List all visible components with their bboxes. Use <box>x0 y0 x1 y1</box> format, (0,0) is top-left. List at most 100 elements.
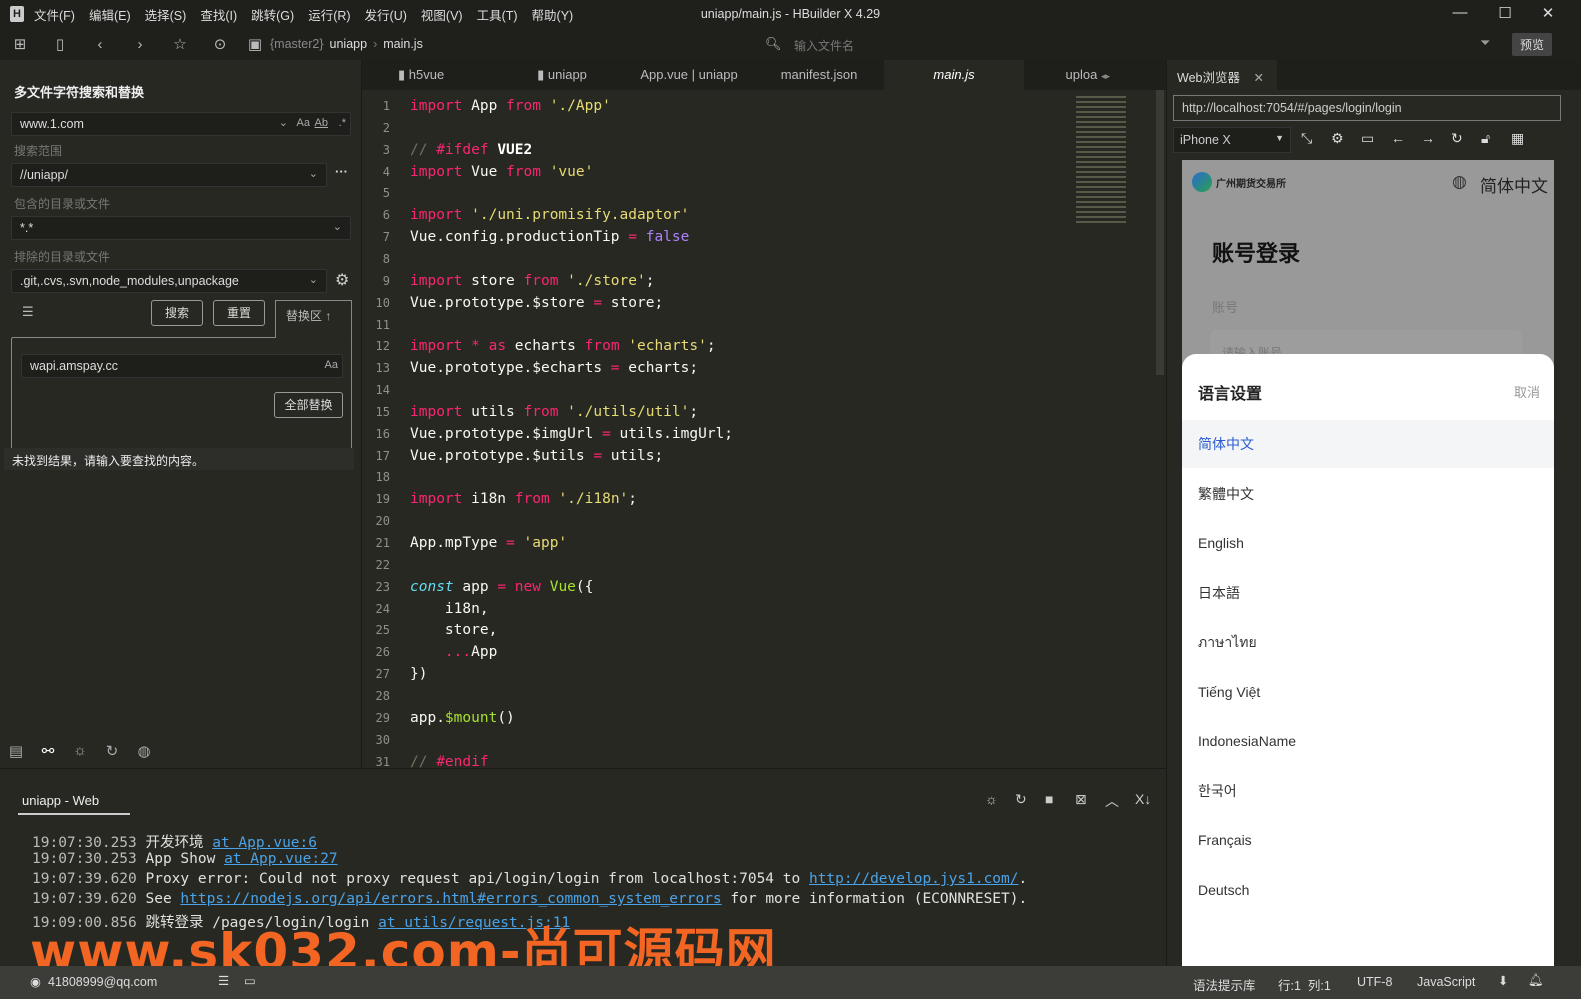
code-line[interactable]: 22 <box>362 554 1152 576</box>
encoding[interactable]: UTF-8 <box>1357 975 1392 989</box>
replace-input[interactable]: wapi.amspay.cc Aa <box>21 354 343 378</box>
menu-find[interactable]: 查找(I) <box>200 5 237 24</box>
code-line[interactable]: 12 import * as echarts from 'echarts'; <box>362 335 1152 357</box>
whole-word-icon[interactable]: Ab <box>315 117 328 129</box>
refresh-icon[interactable]: ↻ <box>1451 130 1481 147</box>
language-option[interactable]: 日本語 <box>1182 569 1554 617</box>
back-icon[interactable]: ‹ <box>80 36 120 53</box>
clear-icon[interactable]: ⊠ <box>1075 791 1105 811</box>
code-line[interactable]: 21 App.mpType = 'app' <box>362 532 1152 554</box>
breadcrumb-file[interactable]: main.js <box>383 37 423 51</box>
match-case-icon[interactable]: Aa <box>297 117 310 129</box>
code-line[interactable]: 24 i18n, <box>362 598 1152 620</box>
code-line[interactable]: 2 <box>362 117 1152 139</box>
console-icon[interactable]: ▭ <box>1361 130 1391 147</box>
log-link[interactable]: at App.vue:27 <box>224 851 338 867</box>
debug-icon[interactable]: ☼ <box>985 791 1015 811</box>
menu-run[interactable]: 运行(R) <box>308 5 350 24</box>
preview-button[interactable]: 预览 <box>1512 33 1553 56</box>
filter-icon[interactable]: ⏷ <box>1480 35 1490 51</box>
maximize-icon[interactable]: ☐ <box>1490 4 1520 22</box>
list-icon[interactable]: ☰ <box>218 973 229 988</box>
language-option[interactable]: Deutsch <box>1182 866 1554 914</box>
save-icon[interactable]: ▯ <box>40 35 80 53</box>
code-line[interactable]: 15 import utils from './utils/util'; <box>362 401 1152 423</box>
editor-scrollbar[interactable] <box>1156 90 1164 375</box>
tab-manifest[interactable]: manifest.json <box>754 60 884 90</box>
code-line[interactable]: 31 // #endif <box>362 751 1152 769</box>
close-tab-icon[interactable]: ✕ <box>1253 71 1263 85</box>
run-icon[interactable]: ⊙ <box>200 35 240 53</box>
regex-icon[interactable]: .* <box>339 117 346 129</box>
language-switch[interactable]: 简体中文 <box>1480 172 1548 197</box>
settings-icon[interactable]: ⚙ <box>1331 130 1361 147</box>
forward-icon[interactable]: › <box>120 36 160 53</box>
code-line[interactable]: 28 <box>362 685 1152 707</box>
device-select[interactable]: iPhone X ▼ <box>1173 127 1291 153</box>
code-line[interactable]: 27}) <box>362 663 1152 685</box>
code-line[interactable]: 13 Vue.prototype.$echarts = echarts; <box>362 357 1152 379</box>
log-link[interactable]: http://develop.jys1.com/ <box>809 871 1019 887</box>
code-line[interactable]: 3 // #ifdef VUE2 <box>362 139 1152 161</box>
tab-uniapp[interactable]: ▮ uniapp <box>500 60 624 90</box>
minimize-icon[interactable]: — <box>1445 4 1475 21</box>
rotate-icon[interactable]: ⤡ <box>1301 130 1331 147</box>
bug-icon[interactable]: ☼ <box>64 742 96 759</box>
code-line[interactable]: 14 <box>362 379 1152 401</box>
code-line[interactable]: 7 Vue.config.productionTip = false <box>362 226 1152 248</box>
code-line[interactable]: 9 import store from './store'; <box>362 270 1152 292</box>
menu-tools[interactable]: 工具(T) <box>477 5 518 24</box>
file-search-input[interactable]: 输入文件名 <box>794 37 854 54</box>
close-icon[interactable]: ✕ <box>1533 4 1563 22</box>
plugin-icon[interactable]: ◍ <box>128 742 160 760</box>
menu-publish[interactable]: 发行(U) <box>365 5 407 24</box>
language-mode[interactable]: JavaScript <box>1417 975 1475 989</box>
replace-all-button[interactable]: 全部替换 <box>274 392 343 418</box>
log-link[interactable]: at App.vue:6 <box>212 835 317 851</box>
tab-h5vue[interactable]: ▮ h5vue <box>362 60 500 90</box>
restart-icon[interactable]: ↻ <box>1015 791 1045 811</box>
breadcrumb-project[interactable]: uniapp <box>330 37 368 51</box>
language-option[interactable]: Tiếng Việt <box>1182 668 1554 716</box>
download-icon[interactable]: ⬇ <box>1498 973 1508 988</box>
code-editor[interactable]: 1 import App from './App' 2 3// #ifdef VUE2… <box>362 90 1166 768</box>
menu-goto[interactable]: 跳转(G) <box>251 5 294 24</box>
code-line[interactable]: 19 import i18n from './i18n'; <box>362 488 1152 510</box>
breadcrumb-branch[interactable]: {master2} <box>270 37 324 51</box>
code-line[interactable]: 10 Vue.prototype.$store = store; <box>362 292 1152 314</box>
back-arrow-icon[interactable]: ← <box>1391 130 1421 147</box>
new-file-icon[interactable]: ⊞ <box>0 35 40 53</box>
lock-icon[interactable]: 🔓︎ <box>1481 130 1511 147</box>
reset-button[interactable]: 重置 <box>213 300 265 326</box>
code-line[interactable]: 11 <box>362 314 1152 336</box>
cancel-button[interactable]: 取消 <box>1514 382 1540 401</box>
code-line[interactable]: 18 <box>362 466 1152 488</box>
code-line[interactable]: 6 import './uni.promisify.adaptor' <box>362 204 1152 226</box>
chevron-down-icon[interactable]: ⌄ <box>279 116 288 129</box>
language-option[interactable]: Français <box>1182 816 1554 864</box>
code-line[interactable]: 8 <box>362 248 1152 270</box>
wrap-icon[interactable]: X↓ <box>1135 791 1165 811</box>
language-option[interactable]: IndonesiaName <box>1182 717 1554 765</box>
code-line[interactable]: 30 <box>362 729 1152 751</box>
settings-gear-icon[interactable]: ⚙ <box>335 270 349 290</box>
syntax-library[interactable]: 语法提示库 <box>1193 975 1256 994</box>
tab-scroll-icon[interactable]: ◂▸ <box>1101 71 1110 81</box>
user-account[interactable]: 41808999@qq.com <box>48 975 157 989</box>
exclude-select[interactable]: .git,.cvs,.svn,node_modules,unpackage ⌄ <box>11 269 327 293</box>
git-icon[interactable]: ↻ <box>96 742 128 760</box>
menu-view[interactable]: 视图(V) <box>421 5 463 24</box>
more-icon[interactable]: ··· <box>335 164 348 179</box>
menu-file[interactable]: 文件(F) <box>34 5 75 24</box>
search-button[interactable]: 搜索 <box>151 300 203 326</box>
language-option[interactable]: ภาษาไทย <box>1182 618 1554 666</box>
tab-main-js[interactable]: main.js <box>884 60 1024 90</box>
replace-area-tab[interactable]: 替换区 ↑ <box>275 300 352 338</box>
language-option[interactable]: 한국어 <box>1182 767 1554 815</box>
scope-select[interactable]: //uniapp/ ⌄ <box>11 163 327 187</box>
code-line[interactable]: 29 app.$mount() <box>362 707 1152 729</box>
console-tab[interactable]: uniapp - Web <box>22 793 99 808</box>
cursor-position[interactable]: 行:1 列:1 <box>1278 975 1331 994</box>
code-line[interactable]: 16 Vue.prototype.$imgUrl = utils.imgUrl; <box>362 423 1152 445</box>
language-option[interactable]: 简体中文 <box>1182 420 1554 468</box>
